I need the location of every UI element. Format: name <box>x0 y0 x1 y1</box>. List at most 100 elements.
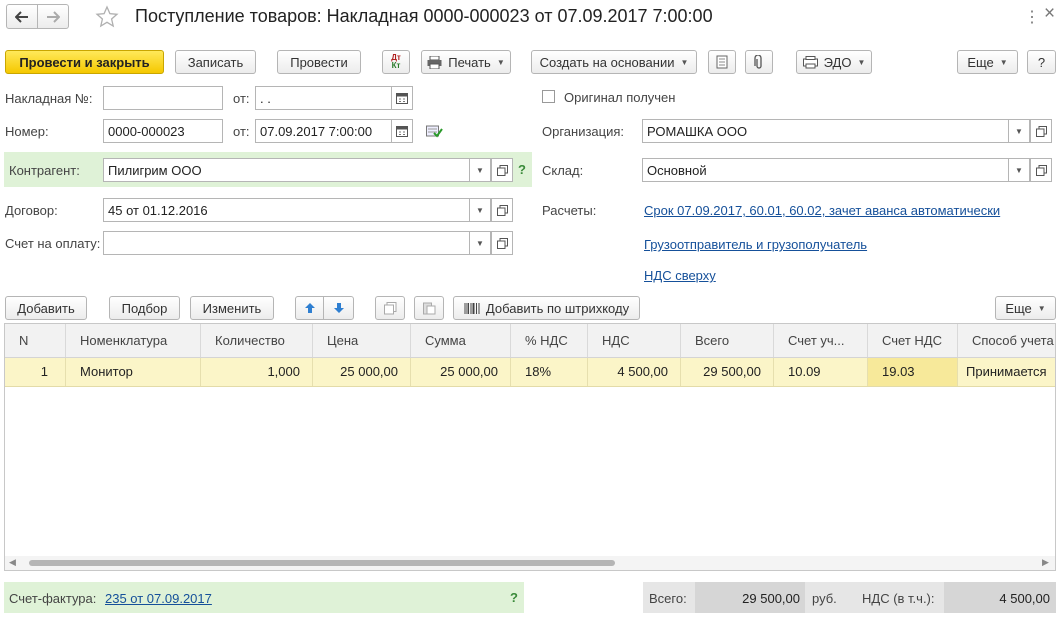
column-header-nomenclature[interactable]: Номенклатура <box>66 324 201 357</box>
print-label: Печать <box>448 54 491 70</box>
more-icon[interactable]: ⋮ <box>1024 7 1040 27</box>
paste-button[interactable] <box>414 296 444 320</box>
move-up-button[interactable] <box>295 296 324 320</box>
chevron-down-icon: ▼ <box>999 57 1008 67</box>
column-header-vat[interactable]: НДС <box>588 324 681 357</box>
post-button[interactable]: Провести <box>277 50 361 74</box>
post-and-close-button[interactable]: Провести и закрыть <box>5 50 164 74</box>
print-button[interactable]: Печать ▼ <box>421 50 511 74</box>
counterparty-help[interactable]: ? <box>518 162 526 177</box>
cell-nomenclature[interactable]: Монитор <box>66 358 201 386</box>
back-button[interactable] <box>6 4 38 29</box>
table-row[interactable]: 1 Монитор 1,000 25 000,00 25 000,00 18% … <box>5 358 1055 387</box>
number-input[interactable]: 0000-000023 <box>103 119 223 143</box>
payment-account-open-button[interactable] <box>491 231 513 255</box>
warehouse-open-button[interactable] <box>1030 158 1052 182</box>
cell-total[interactable]: 29 500,00 <box>681 358 774 386</box>
scrollbar-thumb[interactable] <box>29 560 615 566</box>
invoice-date-input[interactable]: . . <box>255 86 392 110</box>
document-date-input[interactable]: 07.09.2017 7:00:00 <box>255 119 392 143</box>
organization-input[interactable]: РОМАШКА ООО <box>642 119 1031 143</box>
copy-button[interactable] <box>375 296 405 320</box>
column-header-vat-account[interactable]: Счет НДС <box>868 324 958 357</box>
chevron-down-icon: ▼ <box>680 57 689 67</box>
close-icon[interactable]: × <box>1044 3 1055 25</box>
cell-vat-account[interactable]: 19.03 <box>868 358 958 386</box>
paste-icon <box>422 302 435 315</box>
cell-vat[interactable]: 4 500,00 <box>588 358 681 386</box>
chevron-down-icon: ▼ <box>476 205 484 215</box>
column-header-vat-rate[interactable]: % НДС <box>511 324 588 357</box>
chevron-down-icon: ▼ <box>857 57 866 67</box>
pick-button[interactable]: Подбор <box>109 296 180 320</box>
open-icon <box>1035 164 1047 176</box>
create-based-on-button[interactable]: Создать на основании ▼ <box>531 50 697 74</box>
warehouse-dropdown[interactable]: ▼ <box>1008 158 1030 182</box>
invoice-link[interactable]: 235 от 07.09.2017 <box>105 591 212 606</box>
favorite-star-icon[interactable] <box>95 5 119 32</box>
document-icon <box>716 55 728 69</box>
payment-account-dropdown[interactable]: ▼ <box>469 231 491 255</box>
vat-on-top-link[interactable]: НДС сверху <box>644 268 716 283</box>
shipper-consignee-link[interactable]: Грузоотправитель и грузополучатель <box>644 237 867 252</box>
move-down-button[interactable] <box>323 296 354 320</box>
forward-button[interactable] <box>37 4 69 29</box>
invoice-help[interactable]: ? <box>510 590 518 605</box>
column-header-quantity[interactable]: Количество <box>201 324 313 357</box>
window-title: Поступление товаров: Накладная 0000-0000… <box>135 6 713 26</box>
cell-sum[interactable]: 25 000,00 <box>411 358 511 386</box>
from-label: от: <box>233 91 250 106</box>
counterparty-input[interactable]: Пилигрим ООО <box>103 158 492 182</box>
original-received-label: Оригинал получен <box>564 90 676 105</box>
change-button[interactable]: Изменить <box>190 296 274 320</box>
dt-kt-button[interactable]: Дт Кт <box>382 50 410 74</box>
counterparty-dropdown[interactable]: ▼ <box>469 158 491 182</box>
warehouse-input[interactable]: Основной <box>642 158 1031 182</box>
open-icon <box>496 204 508 216</box>
cell-account[interactable]: 10.09 <box>774 358 868 386</box>
column-header-total[interactable]: Всего <box>681 324 774 357</box>
document-button[interactable] <box>708 50 736 74</box>
contract-label: Договор: <box>5 203 58 218</box>
counterparty-open-button[interactable] <box>491 158 513 182</box>
organization-dropdown[interactable]: ▼ <box>1008 119 1030 143</box>
counterparty-label: Контрагент: <box>9 163 80 178</box>
number-label: Номер: <box>5 124 49 139</box>
scroll-right-icon[interactable]: ▶ <box>1042 557 1049 568</box>
horizontal-scrollbar[interactable]: ◀ ▶ <box>5 556 1055 570</box>
cell-quantity[interactable]: 1,000 <box>201 358 313 386</box>
help-button[interactable]: ? <box>1027 50 1056 74</box>
organization-open-button[interactable] <box>1030 119 1052 143</box>
contract-dropdown[interactable]: ▼ <box>469 198 491 222</box>
calendar-button[interactable] <box>391 86 413 110</box>
column-header-account[interactable]: Счет уч... <box>774 324 868 357</box>
save-button[interactable]: Записать <box>175 50 256 74</box>
calendar-button[interactable] <box>391 119 413 143</box>
total-value: 29 500,00 <box>742 591 800 606</box>
more-button[interactable]: Еще ▼ <box>957 50 1018 74</box>
more-label: Еще <box>967 54 994 70</box>
goods-table: N Номенклатура Количество Цена Сумма % Н… <box>4 323 1056 571</box>
scroll-left-icon[interactable]: ◀ <box>9 557 16 568</box>
edo-button[interactable]: ЭДО ▼ <box>796 50 872 74</box>
column-header-price[interactable]: Цена <box>313 324 411 357</box>
table-more-button[interactable]: Еще ▼ <box>995 296 1056 320</box>
add-by-barcode-button[interactable]: Добавить по штрихкоду <box>453 296 640 320</box>
cell-vat-rate[interactable]: 18% <box>511 358 588 386</box>
cell-accounting-method[interactable]: Принимается <box>958 358 1055 386</box>
column-header-accounting-method[interactable]: Способ учета <box>958 324 1055 357</box>
cell-price[interactable]: 25 000,00 <box>313 358 411 386</box>
settlements-link[interactable]: Срок 07.09.2017, 60.01, 60.02, зачет ава… <box>644 203 1000 218</box>
original-received-checkbox[interactable] <box>542 90 555 103</box>
arrow-right-icon <box>47 10 60 23</box>
invoice-label: Счет-фактура: <box>9 591 97 606</box>
contract-open-button[interactable] <box>491 198 513 222</box>
invoice-no-input[interactable] <box>103 86 223 110</box>
column-header-sum[interactable]: Сумма <box>411 324 511 357</box>
attach-button[interactable] <box>745 50 773 74</box>
contract-input[interactable]: 45 от 01.12.2016 <box>103 198 492 222</box>
cell-n[interactable]: 1 <box>5 358 66 386</box>
add-row-button[interactable]: Добавить <box>5 296 87 320</box>
column-header-n[interactable]: N <box>5 324 66 357</box>
payment-account-input[interactable] <box>103 231 492 255</box>
